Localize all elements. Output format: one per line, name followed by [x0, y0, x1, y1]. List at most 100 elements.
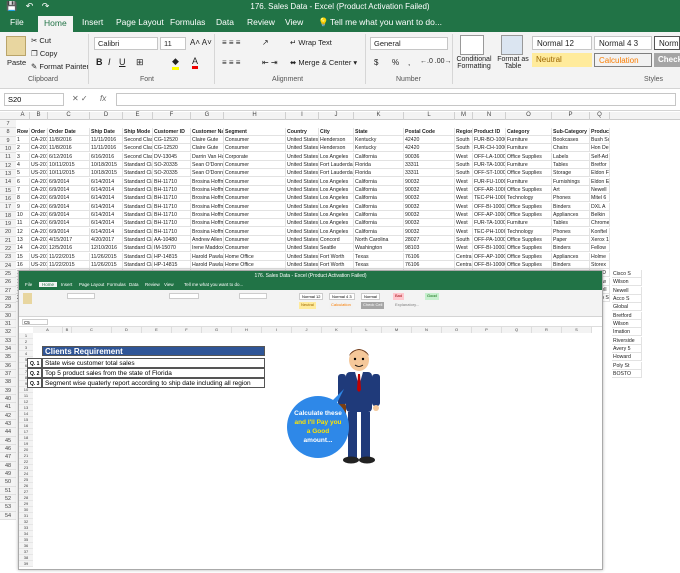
orientation-icon[interactable]: ↗	[262, 38, 269, 47]
table-cell[interactable]: Belkin	[590, 210, 610, 219]
table-cell[interactable]: 11/8/2016	[48, 144, 90, 153]
table-cell[interactable]: 12/10/2016	[90, 244, 123, 253]
table-cell[interactable]: United States	[286, 244, 319, 253]
table-cell[interactable]: OFF-PA-10002365	[473, 235, 506, 244]
table-cell[interactable]: 10	[16, 210, 30, 219]
column-title[interactable]: Category	[506, 128, 552, 136]
table-cell[interactable]: HP-14815	[153, 260, 191, 269]
table-cell[interactable]: BH-11710	[153, 185, 191, 194]
embedded-tab-view[interactable]: View	[164, 282, 174, 287]
table-cell[interactable]: Eldon E	[590, 177, 610, 186]
table-cell[interactable]: Standard Class	[123, 194, 153, 203]
table-cell[interactable]: US-2015-118983	[30, 260, 48, 269]
table-cell[interactable]: Standard Class	[123, 202, 153, 211]
column-title[interactable]: Ship Mode	[123, 128, 153, 136]
bold-button[interactable]: B	[96, 57, 103, 67]
row-header[interactable]: 51	[0, 486, 16, 495]
wrap-text-button[interactable]: ↵ Wrap Text	[290, 38, 332, 47]
embedded-tab-home[interactable]: Home	[39, 282, 58, 287]
copy-button[interactable]: ❐ Copy	[31, 49, 57, 58]
table-cell[interactable]: West	[455, 227, 473, 236]
table-cell[interactable]: Global	[612, 303, 642, 312]
table-cell[interactable]: IM-15070	[153, 244, 191, 253]
table-cell[interactable]: Binders	[552, 202, 590, 211]
table-cell[interactable]: Bretford	[612, 311, 642, 320]
table-cell[interactable]: United States	[286, 260, 319, 269]
row-header[interactable]: 9	[0, 136, 16, 145]
column-title[interactable]: Postal Code	[404, 128, 455, 136]
table-cell[interactable]: BH-11710	[153, 202, 191, 211]
conditional-formatting-icon[interactable]	[460, 35, 484, 55]
table-cell[interactable]: OFF-LA-10000240	[473, 152, 506, 161]
column-header[interactable]: Q	[590, 112, 610, 120]
row-header[interactable]: 54	[0, 511, 16, 520]
table-cell[interactable]: Brosina Hoffman	[191, 194, 224, 203]
table-cell[interactable]: CA-2016-138688	[30, 152, 48, 161]
borders-icon[interactable]: ⊞	[136, 57, 144, 68]
table-cell[interactable]: Furniture	[506, 177, 552, 186]
table-cell[interactable]: 6/9/2014	[48, 202, 90, 211]
table-cell[interactable]: 6	[16, 177, 30, 186]
table-cell[interactable]: 6/9/2014	[48, 185, 90, 194]
table-cell[interactable]: Standard Class	[123, 160, 153, 169]
table-cell[interactable]: Office Supplies	[506, 260, 552, 269]
table-cell[interactable]: 6/9/2014	[48, 194, 90, 203]
table-cell[interactable]: Tables	[552, 160, 590, 169]
table-cell[interactable]: United States	[286, 136, 319, 144]
table-cell[interactable]: 6/12/2016	[48, 152, 90, 161]
table-cell[interactable]: 6/16/2016	[90, 152, 123, 161]
table-cell[interactable]: 5	[16, 169, 30, 178]
table-cell[interactable]: Sean O'Donnell	[191, 160, 224, 169]
style-check-cell[interactable]: Check	[654, 53, 680, 67]
table-cell[interactable]: Acco S	[612, 294, 642, 303]
row-header[interactable]: 38	[0, 378, 16, 387]
table-cell[interactable]: Bush So	[590, 136, 610, 144]
table-cell[interactable]: Imation	[612, 328, 642, 337]
table-cell[interactable]: Consumer	[224, 185, 286, 194]
table-cell[interactable]: CA-2016-161389	[30, 244, 48, 253]
table-cell[interactable]: Consumer	[224, 244, 286, 253]
row-header[interactable]: 25	[0, 269, 16, 279]
table-cell[interactable]: United States	[286, 194, 319, 203]
row-header[interactable]: 35	[0, 353, 16, 362]
column-header[interactable]: N	[473, 112, 506, 120]
table-cell[interactable]: Los Angeles	[319, 202, 354, 211]
table-cell[interactable]: CA-2014-115812	[30, 185, 48, 194]
column-header[interactable]: H	[224, 112, 286, 120]
table-cell[interactable]: Chairs	[552, 144, 590, 153]
row-header[interactable]: 27	[0, 286, 16, 295]
row-header[interactable]: 37	[0, 369, 16, 379]
column-header[interactable]: B	[30, 112, 48, 120]
table-cell[interactable]: 11/22/2015	[48, 260, 90, 269]
table-cell[interactable]: 14	[16, 244, 30, 253]
table-cell[interactable]: CA-2016-152156	[30, 144, 48, 153]
table-cell[interactable]: Storex	[590, 260, 610, 269]
column-header[interactable]: A	[16, 112, 30, 120]
table-cell[interactable]: 42420	[404, 144, 455, 153]
table-cell[interactable]: BH-11710	[153, 177, 191, 186]
table-cell[interactable]: Fellow	[590, 244, 610, 253]
row-header[interactable]: 15	[0, 186, 16, 195]
tab-home[interactable]: Home	[38, 16, 73, 32]
table-cell[interactable]: 4/20/2017	[90, 235, 123, 244]
table-cell[interactable]: Florida	[354, 160, 404, 169]
table-cell[interactable]: 11/26/2015	[90, 252, 123, 261]
row-header[interactable]: 22	[0, 244, 16, 254]
table-cell[interactable]: CA-2014-115812	[30, 227, 48, 236]
formula-buttons[interactable]: ✕ ✓	[72, 94, 88, 103]
table-cell[interactable]: Florida	[354, 169, 404, 178]
format-painter-button[interactable]: ✎ Format Painter	[31, 62, 89, 71]
table-cell[interactable]: SO-20335	[153, 169, 191, 178]
table-cell[interactable]: West	[455, 185, 473, 194]
table-cell[interactable]: Wilson	[612, 278, 642, 287]
table-cell[interactable]: California	[354, 202, 404, 211]
table-cell[interactable]: United States	[286, 210, 319, 219]
table-cell[interactable]: Standard Class	[123, 177, 153, 186]
table-cell[interactable]: South	[455, 160, 473, 169]
format-table-icon[interactable]	[501, 35, 523, 55]
table-cell[interactable]: Brosina Hoffman	[191, 177, 224, 186]
table-cell[interactable]: Labels	[552, 152, 590, 161]
formula-input[interactable]	[116, 93, 676, 106]
tab-formulas[interactable]: Formulas	[170, 17, 205, 27]
table-cell[interactable]: 16	[16, 260, 30, 269]
